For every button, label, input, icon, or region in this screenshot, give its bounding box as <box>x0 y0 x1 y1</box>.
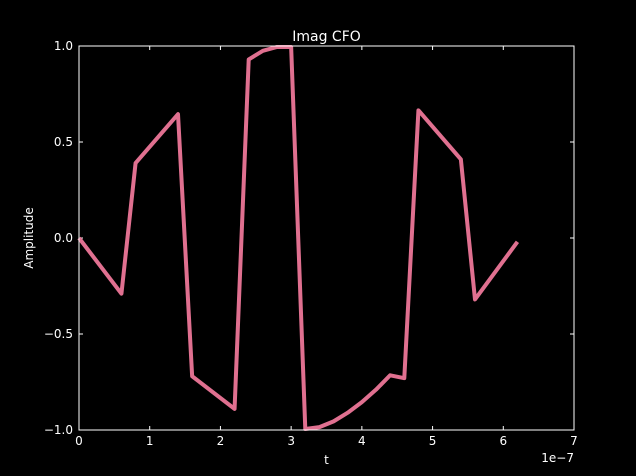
x-tick-label: 0 <box>75 434 83 448</box>
x-tick-label: 5 <box>429 434 437 448</box>
axis-ticks: 0 1 2 3 4 5 6 7 −1.0 −0.5 0.0 0.5 1.0 <box>44 39 578 448</box>
x-tick-label: 7 <box>570 434 578 448</box>
x-tick-label: 3 <box>287 434 295 448</box>
y-tick-label: −0.5 <box>44 327 73 341</box>
y-tick-label: 0.0 <box>54 231 73 245</box>
y-tick-label: 0.5 <box>54 135 73 149</box>
x-tick-label: 2 <box>217 434 225 448</box>
x-tick-label: 4 <box>358 434 366 448</box>
series-line <box>77 44 520 432</box>
x-tick-label: 6 <box>499 434 507 448</box>
chart-title: Imag CFO <box>292 29 361 45</box>
plot-series <box>77 44 520 432</box>
chart-figure: Imag CFO t Amplitude 1e−7 0 1 2 3 4 5 6 7 −1.0 −0… <box>22 29 578 467</box>
y-tick-label: −1.0 <box>44 423 73 437</box>
y-axis-label: Amplitude <box>22 207 36 269</box>
x-axis-label: t <box>324 453 329 467</box>
y-tick-label: 1.0 <box>54 39 73 53</box>
x-tick-label: 1 <box>146 434 154 448</box>
plot-frame <box>78 45 575 431</box>
x-axis-offset-label: 1e−7 <box>541 451 574 465</box>
